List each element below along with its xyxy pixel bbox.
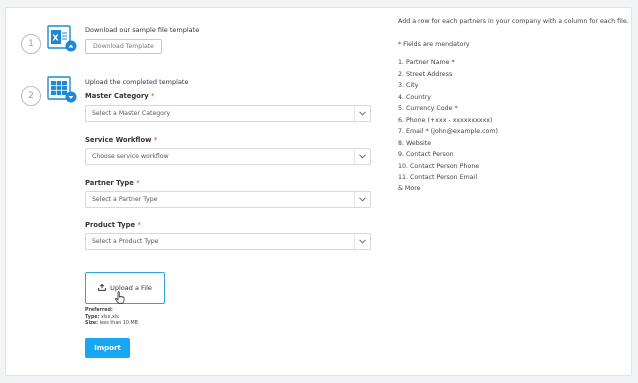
service-workflow-label-text: Service Workflow: [85, 136, 152, 144]
list-item: 4. Country: [398, 93, 432, 101]
required-mark: *: [136, 179, 140, 187]
service-workflow-label: Service Workflow *: [85, 136, 157, 144]
hand-pointer-icon: [114, 289, 126, 308]
master-category-label-text: Master Category: [85, 92, 149, 100]
partner-type-label-text: Partner Type: [85, 179, 134, 187]
preferred-size: Size: less than 10 MB: [85, 321, 138, 326]
chevron-down-icon: [354, 149, 370, 164]
partner-type-placeholder: Select a Partner Type: [92, 196, 158, 203]
product-type-select[interactable]: Select a Product Type: [85, 233, 371, 250]
list-item: 8. Website: [398, 139, 432, 147]
excel-file-icon: X: [45, 25, 79, 53]
list-item: 1. Partner Name *: [398, 59, 455, 66]
product-type-label: Product Type *: [85, 221, 141, 229]
svg-text:X: X: [52, 34, 59, 43]
partner-type-select[interactable]: Select a Partner Type: [85, 191, 371, 208]
master-category-placeholder: Select a Master Category: [92, 110, 171, 117]
list-item: 2. Street Address: [398, 70, 453, 78]
required-columns-list: 1. Partner Name * 2. Street Address 3. C…: [398, 57, 498, 193]
instructions-intro: Add a row for each partners in your comp…: [398, 18, 629, 25]
product-type-placeholder: Select a Product Type: [92, 238, 159, 245]
list-item: 7. Email * (john@example.com): [398, 128, 498, 135]
table-upload-icon: [45, 76, 79, 104]
list-item: 11. Contact Person Email: [398, 174, 478, 181]
required-mark: *: [153, 136, 158, 144]
step-number-1: 1: [21, 34, 41, 54]
required-mark: *: [151, 92, 155, 100]
list-item: & More: [398, 184, 421, 192]
list-item: 5. Currency Code *: [398, 105, 458, 112]
chevron-down-icon: [354, 192, 370, 207]
master-category-label: Master Category *: [85, 92, 155, 100]
chevron-down-icon: [354, 234, 370, 249]
required-mark: *: [137, 221, 141, 229]
chevron-down-icon: [354, 106, 370, 121]
step1-title: Download our sample file template: [85, 26, 200, 34]
service-workflow-placeholder: Choose service workflow: [92, 153, 169, 160]
step2-title: Upload the completed template: [85, 78, 189, 86]
step-number-2: 2: [21, 86, 41, 106]
master-category-select[interactable]: Select a Master Category: [85, 105, 371, 122]
upload-icon: [98, 283, 107, 293]
mandatory-note: * Fields are mendatory: [398, 41, 470, 48]
product-type-label-text: Product Type: [85, 221, 136, 229]
list-item: 3. City: [398, 82, 419, 89]
list-item: 6. Phone (+xxx - xxxxxxxxxx): [398, 116, 493, 124]
download-template-button[interactable]: Download Template: [85, 39, 162, 54]
service-workflow-select[interactable]: Choose service workflow: [85, 148, 371, 165]
list-item: 10. Contact Person Phone: [398, 162, 480, 170]
import-partners-card: 1 X Download our sample file template Do…: [5, 7, 632, 376]
list-item: 9. Contact Person: [398, 151, 454, 158]
import-button[interactable]: Import: [85, 338, 130, 358]
partner-type-label: Partner Type *: [85, 179, 140, 187]
file-preferences: Preferred: Type: xlsx,xls Size: less tha…: [85, 308, 138, 328]
